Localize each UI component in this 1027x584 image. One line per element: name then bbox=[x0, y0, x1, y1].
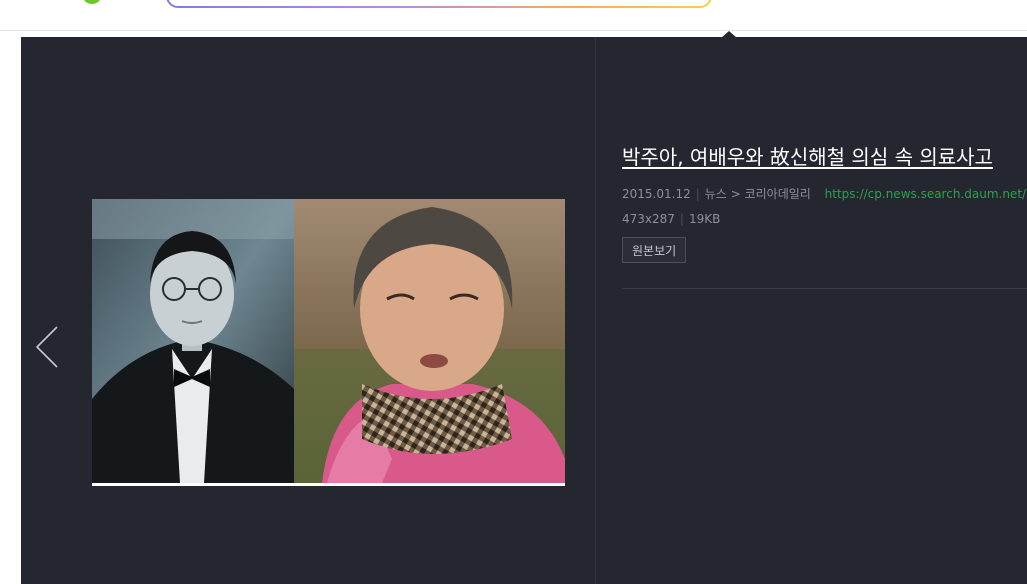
chevron-left-icon bbox=[35, 326, 58, 368]
image-pane bbox=[21, 37, 596, 584]
prev-button[interactable] bbox=[33, 325, 67, 369]
top-header bbox=[0, 0, 1027, 31]
info-divider bbox=[622, 288, 1027, 289]
article-source[interactable]: 코리아데일리 bbox=[745, 187, 811, 201]
article-date: 2015.01.12 bbox=[622, 187, 691, 201]
image-dimensions: 473x287 bbox=[622, 212, 675, 226]
news-photo[interactable] bbox=[92, 199, 565, 486]
daum-logo-icon[interactable] bbox=[82, 0, 102, 4]
photo-image bbox=[92, 199, 565, 486]
image-info-panel: 박주아, 여배우와 故신해철 의심 속 의료사고 2015.01.12 | 뉴스 >… bbox=[622, 37, 1027, 584]
meta-separator: | bbox=[695, 187, 700, 201]
search-input[interactable] bbox=[166, 0, 712, 8]
image-viewer: 박주아, 여배우와 故신해철 의심 속 의료사고 2015.01.12 | 뉴스 >… bbox=[21, 37, 1027, 584]
article-meta: 2015.01.12 | 뉴스 > 코리아데일리 https://cp.news.s… bbox=[622, 185, 1027, 202]
meta-separator: | bbox=[679, 212, 684, 226]
image-meta: 473x287 | 19KB bbox=[622, 212, 720, 226]
image-filesize: 19KB bbox=[688, 212, 721, 226]
article-title-link[interactable]: 박주아, 여배우와 故신해철 의심 속 의료사고 bbox=[622, 141, 993, 170]
article-category: 뉴스 bbox=[704, 187, 727, 201]
article-url-link[interactable]: https://cp.news.search.daum.net/p/31508 bbox=[825, 187, 1027, 201]
meta-arrow: > bbox=[730, 187, 741, 201]
view-original-button[interactable]: 원본보기 bbox=[622, 237, 687, 263]
